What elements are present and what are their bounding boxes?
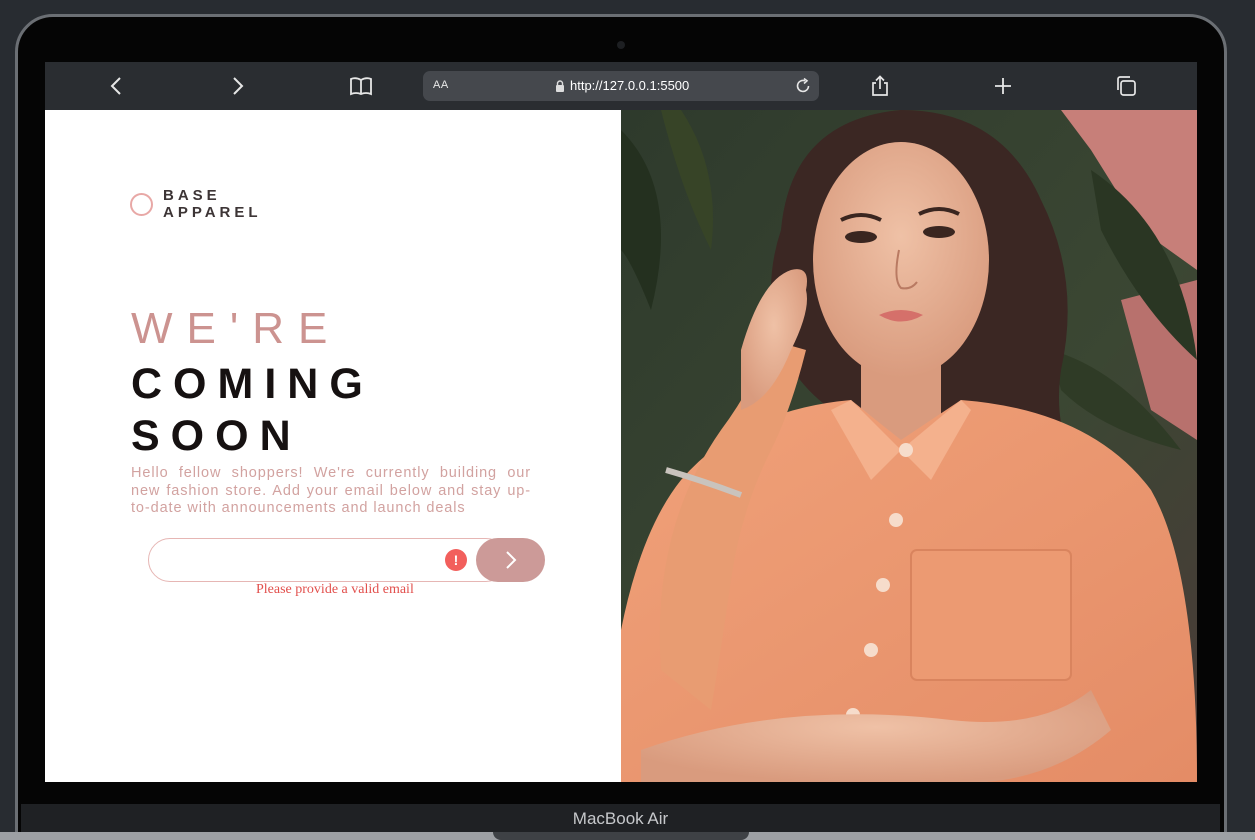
- heading-soon: SOON: [131, 412, 302, 460]
- browser-toolbar: AA http://127.0.0.1:5500: [45, 62, 1197, 110]
- hero-image: [621, 110, 1197, 782]
- back-button[interactable]: [104, 74, 128, 98]
- brand-name-line2: APPAREL: [163, 204, 262, 221]
- share-icon: [872, 75, 888, 96]
- reader-mode-button[interactable]: AA: [433, 79, 449, 91]
- new-tab-button[interactable]: [991, 74, 1015, 98]
- page-heading: WE'RE COMING SOON: [131, 304, 374, 462]
- url-text: http://127.0.0.1:5500: [570, 78, 690, 93]
- error-icon: !: [445, 549, 467, 571]
- heading-coming: COMING: [131, 360, 374, 408]
- hero-photo-illustration: [621, 110, 1197, 782]
- content-panel: BASE APPAREL WE'RE COMING SOON Hello fel…: [45, 110, 621, 782]
- address-bar[interactable]: AA http://127.0.0.1:5500: [423, 71, 819, 101]
- error-message: Please provide a valid email: [256, 582, 414, 597]
- intro-text: Hello fellow shoppers! We're currently b…: [131, 465, 531, 516]
- laptop-notch: [493, 832, 749, 840]
- browser-screen: AA http://127.0.0.1:5500 BASE APPAREL WE: [45, 62, 1197, 782]
- device-label: MacBook Air: [572, 809, 669, 828]
- reload-icon[interactable]: [793, 76, 813, 96]
- bookmarks-button[interactable]: [349, 74, 373, 98]
- chevron-right-icon: [233, 77, 244, 95]
- chevron-left-icon: [110, 77, 121, 95]
- book-icon: [350, 77, 372, 96]
- brand-name-line1: BASE: [163, 187, 221, 204]
- forward-button[interactable]: [226, 74, 250, 98]
- plus-icon: [995, 78, 1011, 94]
- submit-button[interactable]: [476, 538, 545, 582]
- share-button[interactable]: [868, 74, 892, 98]
- heading-light: WE'RE: [131, 304, 342, 353]
- camera-dot: [617, 41, 625, 49]
- tabs-icon: [1117, 76, 1136, 96]
- chevron-right-icon: [505, 551, 516, 569]
- tabs-overview-button[interactable]: [1114, 74, 1138, 98]
- laptop-bezel: MacBook Air: [21, 804, 1220, 832]
- brand-logo[interactable]: BASE APPAREL: [130, 187, 262, 221]
- email-form: !: [148, 538, 545, 582]
- lock-icon: [556, 79, 564, 92]
- logo-ring-icon: [130, 192, 153, 216]
